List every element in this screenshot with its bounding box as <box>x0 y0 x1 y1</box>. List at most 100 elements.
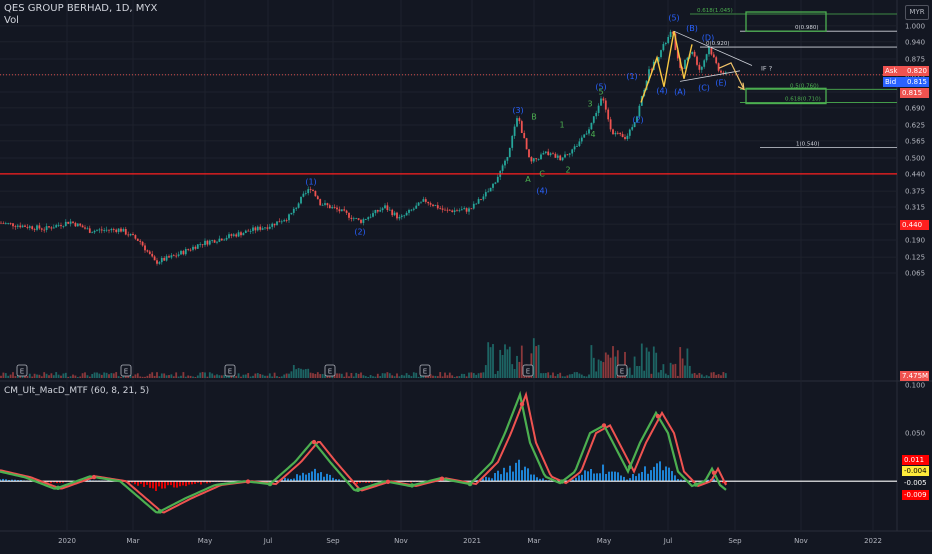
chart-canvas[interactable]: EEEEEEE 0.618(1.045)0(0.980)0(0.920)0.5(… <box>0 0 932 550</box>
candle-body <box>410 209 413 211</box>
earnings-marker-label: E <box>328 368 332 376</box>
macd-histogram-bar <box>521 470 523 482</box>
volume-bar <box>110 373 113 378</box>
volume-bar <box>408 374 410 378</box>
volume-bar <box>146 375 149 378</box>
candle-body <box>271 223 274 227</box>
candle-body <box>2 222 5 224</box>
grid-lines <box>0 0 932 532</box>
macd-histogram-bar <box>518 459 520 482</box>
candle-body <box>242 233 245 236</box>
macd-histogram-bar <box>581 474 583 482</box>
candle-body <box>100 229 103 231</box>
candle-body <box>576 145 578 147</box>
candle-body <box>708 46 710 55</box>
volume-bar <box>448 372 451 378</box>
volume-bar <box>388 373 391 378</box>
volume-bar <box>134 374 137 378</box>
macd-histogram-bar <box>644 466 646 482</box>
volume-bar <box>561 376 564 378</box>
symbol-title[interactable]: QES GROUP BERHAD, 1D, MYX <box>4 3 157 14</box>
earnings-marker-label: E <box>423 368 427 376</box>
volume-bar <box>204 372 206 378</box>
volume-bar <box>74 375 77 378</box>
macd-histogram-bar <box>137 481 139 486</box>
indicator-label[interactable]: CM_Ult_MacD_MTF (60, 8, 21, 5) <box>4 386 149 396</box>
volume-bar <box>328 376 331 378</box>
macd-histogram-bar <box>527 468 529 482</box>
volume-bar <box>172 376 175 378</box>
volume-bar <box>660 370 662 378</box>
volume-bar <box>72 374 74 378</box>
candle-body <box>261 228 264 230</box>
candle-body <box>691 51 694 55</box>
macd-cross-dot <box>355 487 361 493</box>
candle-body <box>403 215 406 217</box>
macd-histogram-bar <box>608 471 610 482</box>
volume-bar <box>703 376 706 378</box>
volume-bar <box>76 376 79 378</box>
volume-bar <box>638 366 641 378</box>
volume-bar <box>216 374 218 378</box>
volume-bar <box>48 375 50 378</box>
volume-bar <box>31 376 34 378</box>
candle-body <box>720 70 722 73</box>
candle-body <box>506 157 509 161</box>
time-tick-label: Sep <box>326 537 340 545</box>
macd-tick-label: 0.100 <box>905 382 925 390</box>
macd-cross-dot <box>601 423 607 428</box>
candle-body <box>180 250 182 255</box>
volume-bar <box>84 372 86 378</box>
volume-bar <box>720 375 722 378</box>
volume-bar <box>345 372 348 378</box>
candle-body <box>36 225 38 230</box>
earnings-marker: E <box>120 364 132 377</box>
macd-histogram-bar <box>671 471 673 482</box>
candle-body <box>621 134 624 138</box>
candle-body <box>177 254 180 256</box>
candle-body <box>201 244 204 246</box>
volume-label[interactable]: Vol <box>4 15 19 26</box>
candle-body <box>297 203 300 208</box>
candle-body <box>496 176 499 183</box>
bid-label: Bid <box>885 78 897 86</box>
volume-bar <box>520 345 523 378</box>
candle-body <box>103 230 106 231</box>
volume-bar <box>667 375 670 378</box>
candle-body <box>108 229 110 231</box>
macd-histogram-bar <box>143 481 145 487</box>
candle-body <box>393 212 396 216</box>
candle-body <box>412 208 415 210</box>
candle-body <box>453 210 456 212</box>
wave-label: (1) <box>305 177 316 186</box>
macd-histogram-bar <box>650 470 652 482</box>
macd-histogram-bar <box>647 473 649 482</box>
volume-bar <box>436 376 439 378</box>
projection-label: IF ? <box>761 64 772 72</box>
candle-body <box>288 214 290 221</box>
volume-bar <box>355 372 358 378</box>
volume-bar <box>645 347 648 378</box>
candle-body <box>88 228 91 233</box>
candle-body <box>477 199 480 204</box>
candle-body <box>492 183 494 188</box>
volume-bar <box>688 365 691 378</box>
macd-tick-label: 0.050 <box>905 430 925 438</box>
volume-bar <box>175 372 178 378</box>
candle-body <box>50 227 53 229</box>
candle-body <box>559 155 562 161</box>
volume-bar <box>57 374 60 378</box>
candle-body <box>31 226 34 230</box>
tradingview-chart[interactable]: EEEEEEE 0.618(1.045) 0(0.980) 0(0.920) 0.5(… <box>0 0 932 550</box>
volume-bar <box>712 372 715 378</box>
macd-histogram-bar <box>305 474 307 482</box>
candle-body <box>513 126 516 136</box>
volume-bar <box>693 372 696 378</box>
candle-body <box>386 205 389 211</box>
candle-body <box>132 233 134 236</box>
currency-button[interactable]: MYR <box>905 5 929 20</box>
bid-value: 0.815 <box>906 78 927 86</box>
sub-wave-label: 5 <box>598 88 603 97</box>
earnings-marker: E <box>522 364 534 377</box>
macd-cross-dot <box>711 470 717 475</box>
